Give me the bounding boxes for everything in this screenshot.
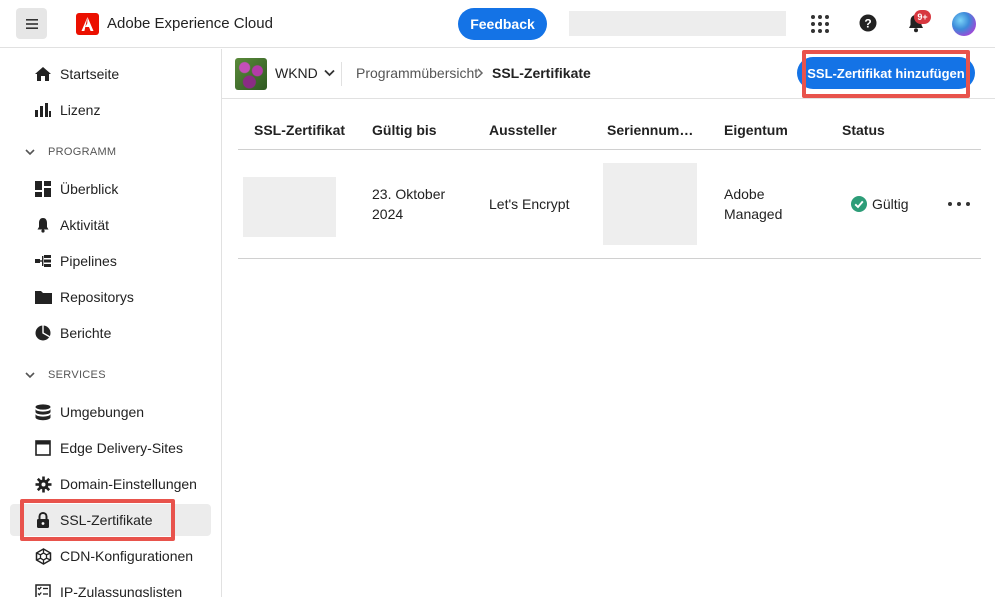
sidebar-item-repositorys[interactable]: Repositorys xyxy=(10,281,211,313)
section-label: PROGRAMM xyxy=(48,146,117,158)
highlight-box-add-button xyxy=(802,50,970,98)
brand-name[interactable]: Adobe Experience Cloud xyxy=(107,15,273,32)
column-header-eigentum[interactable]: Eigentum xyxy=(724,122,788,138)
avatar[interactable] xyxy=(952,12,976,36)
notification-badge: 9+ xyxy=(914,10,931,24)
sidebar-item-umgebungen[interactable]: Umgebungen xyxy=(10,396,211,428)
sidebar-item-edge-delivery-sites[interactable]: Edge Delivery-Sites xyxy=(10,432,211,464)
overview-icon xyxy=(34,180,52,198)
database-icon xyxy=(34,403,52,421)
issuer-cell: Let's Encrypt xyxy=(489,196,570,212)
program-switcher[interactable]: WKND xyxy=(275,65,335,81)
list-icon xyxy=(34,583,52,597)
menu-icon xyxy=(25,18,38,29)
section-services[interactable]: SERVICES xyxy=(24,369,106,381)
column-header-aussteller[interactable]: Aussteller xyxy=(489,122,557,138)
hamburger-menu-button[interactable] xyxy=(16,8,47,39)
sidebar-item-cdn-konfigurationen[interactable]: CDN-Konfigurationen xyxy=(10,540,211,572)
window-icon xyxy=(34,439,52,457)
bell-icon xyxy=(34,216,52,234)
ownership-line2: Managed xyxy=(724,206,783,222)
sidebar-item-lizenz[interactable]: Lizenz xyxy=(10,94,211,126)
top-bar: Adobe Experience Cloud Feedback ? 9+ xyxy=(0,0,995,48)
reports-icon xyxy=(34,324,52,342)
program-name: WKND xyxy=(275,65,318,81)
adobe-logo-icon[interactable] xyxy=(76,13,99,35)
table-header-divider xyxy=(238,149,981,150)
check-circle-icon xyxy=(851,196,867,212)
chevron-right-icon xyxy=(477,68,484,78)
sidebar-item-domain-einstellungen[interactable]: Domain-Einstellungen xyxy=(10,468,211,500)
column-header-gueltig-bis[interactable]: Gültig bis xyxy=(372,122,437,138)
gear-icon xyxy=(34,475,52,493)
sidebar-item-label: IP-Zulassungslisten xyxy=(60,584,183,597)
status-label: Gültig xyxy=(872,196,909,212)
section-programm[interactable]: PROGRAMM xyxy=(24,146,116,158)
sidebar-item-label: Überblick xyxy=(60,181,119,197)
folder-icon xyxy=(34,288,52,306)
search-input[interactable] xyxy=(569,11,786,36)
sidebar-item-label: Umgebungen xyxy=(60,404,145,420)
pipelines-icon xyxy=(34,252,52,270)
sidebar-item-ueberblick[interactable]: Überblick xyxy=(10,173,211,205)
sidebar-item-berichte[interactable]: Berichte xyxy=(10,317,211,349)
column-header-seriennummer[interactable]: Seriennum… xyxy=(607,122,693,138)
apps-grid-icon[interactable] xyxy=(810,14,830,34)
status-badge: Gültig xyxy=(851,196,909,212)
chevron-down-icon xyxy=(324,69,335,77)
sidebar-item-aktivitaet[interactable]: Aktivität xyxy=(10,209,211,241)
highlight-box-ssl-nav xyxy=(20,499,175,541)
valid-until-cell: 23. Oktober 2024 xyxy=(372,184,445,224)
column-header-status[interactable]: Status xyxy=(842,122,885,138)
license-icon xyxy=(34,101,52,119)
sidebar-item-label: Lizenz xyxy=(60,102,101,118)
program-thumbnail[interactable] xyxy=(235,58,267,90)
sidebar-item-pipelines[interactable]: Pipelines xyxy=(10,245,211,277)
sidebar-item-ip-zulassungslisten[interactable]: IP-Zulassungslisten xyxy=(10,576,211,597)
sidebar-item-label: Pipelines xyxy=(60,253,117,269)
sidebar-item-label: Berichte xyxy=(60,325,112,341)
valid-until-year: 2024 xyxy=(372,206,404,222)
chevron-down-icon xyxy=(25,372,35,379)
divider xyxy=(341,62,342,86)
home-icon xyxy=(34,65,52,83)
ownership-cell: Adobe Managed xyxy=(724,184,782,224)
sidebar-item-label: Aktivität xyxy=(60,217,110,233)
sidebar-item-label: Startseite xyxy=(60,66,120,82)
sidebar-item-label: CDN-Konfigurationen xyxy=(60,548,194,564)
serial-number-redacted xyxy=(603,163,697,245)
column-header-ssl-zertifikat[interactable]: SSL-Zertifikat xyxy=(254,122,345,138)
help-icon[interactable]: ? xyxy=(858,13,878,33)
table-row-divider xyxy=(238,258,981,259)
sidebar-item-label: Domain-Einstellungen xyxy=(60,476,197,492)
feedback-button[interactable]: Feedback xyxy=(458,8,547,40)
sidebar-item-label: Repositorys xyxy=(60,289,134,305)
certificate-name-redacted xyxy=(243,177,336,237)
breadcrumb-programmuebersicht[interactable]: Programmübersicht xyxy=(356,65,478,81)
sidebar-item-label: Edge Delivery-Sites xyxy=(60,440,183,456)
breadcrumb-current: SSL-Zertifikate xyxy=(492,65,591,81)
chevron-down-icon xyxy=(25,149,35,156)
valid-until-date: 23. Oktober xyxy=(372,186,446,202)
sidebar-item-startseite[interactable]: Startseite xyxy=(10,58,211,90)
cdn-icon xyxy=(34,547,52,565)
section-label: SERVICES xyxy=(48,369,106,381)
ownership-line1: Adobe xyxy=(724,186,765,202)
svg-text:?: ? xyxy=(864,17,871,31)
more-actions-icon[interactable] xyxy=(948,196,970,212)
